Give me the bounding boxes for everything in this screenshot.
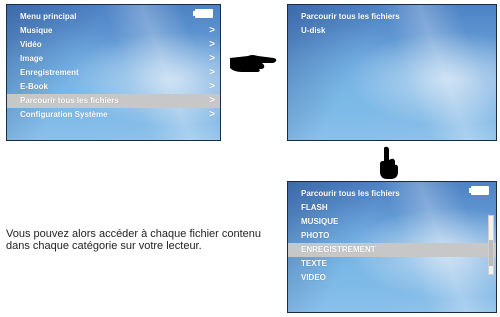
category-item-texte[interactable]: TEXTE [288, 257, 496, 271]
main-menu-title: Menu principal [20, 12, 77, 21]
menu-item-label: Enregistrement [20, 68, 79, 77]
menu-item-video[interactable]: Vidéo > [7, 38, 220, 52]
category-item-label: VIDEO [301, 273, 326, 282]
category-item-label: MUSIQUE [301, 217, 339, 226]
menu-item-label: Parcourir tous les fichiers [20, 96, 119, 105]
browse-title: Parcourir tous les fichiers [301, 12, 400, 21]
category-item-enregistrement[interactable]: ENREGISTREMENT [288, 243, 496, 257]
battery-icon [469, 186, 489, 195]
battery-icon [193, 9, 213, 18]
chevron-right-icon: > [209, 109, 215, 120]
scrollbar[interactable] [488, 215, 494, 275]
category-item-label: FLASH [301, 203, 328, 212]
menu-item-parcourir[interactable]: Parcourir tous les fichiers > [7, 94, 220, 108]
category-item-label: ENREGISTREMENT [301, 245, 376, 254]
menu-item-ebook[interactable]: E-Book > [7, 80, 220, 94]
chevron-right-icon: > [209, 67, 215, 78]
chevron-right-icon: > [209, 81, 215, 92]
categories-title: Parcourir tous les fichiers [301, 189, 400, 198]
menu-item-configuration[interactable]: Configuration Système > [7, 108, 220, 122]
category-item-label: PHOTO [301, 231, 330, 240]
menu-item-label: Musique [20, 26, 53, 35]
menu-item-image[interactable]: Image > [7, 52, 220, 66]
category-item-photo[interactable]: PHOTO [288, 229, 496, 243]
category-item-musique[interactable]: MUSIQUE [288, 215, 496, 229]
scrollbar-thumb[interactable] [489, 240, 493, 266]
menu-item-musique[interactable]: Musique > [7, 24, 220, 38]
chevron-right-icon: > [209, 25, 215, 36]
list-item-label: U-disk [301, 26, 326, 35]
categories-screen: Parcourir tous les fichiers FLASH MUSIQU… [287, 181, 497, 313]
browse-screen: Parcourir tous les fichiers U-disk [287, 4, 497, 141]
menu-item-label: Vidéo [20, 40, 42, 49]
menu-item-label: E-Book [20, 82, 48, 91]
chevron-right-icon: > [209, 53, 215, 64]
category-item-label: TEXTE [301, 259, 327, 268]
description-text: Vous pouvez alors accéder à chaque fichi… [6, 228, 261, 252]
category-item-flash[interactable]: FLASH [288, 201, 496, 215]
menu-item-label: Configuration Système [20, 110, 108, 119]
pointing-hand-right-icon [230, 55, 277, 72]
menu-item-label: Image [20, 54, 44, 63]
category-item-video[interactable]: VIDEO [288, 271, 496, 285]
chevron-right-icon: > [209, 39, 215, 50]
chevron-right-icon: > [209, 95, 215, 106]
pointing-hand-down-icon [380, 146, 398, 179]
list-item-udisk[interactable]: U-disk [288, 24, 496, 38]
main-menu-screen: Menu principal Musique > Vidéo > Image >… [6, 4, 221, 141]
menu-item-enregistrement[interactable]: Enregistrement > [7, 66, 220, 80]
